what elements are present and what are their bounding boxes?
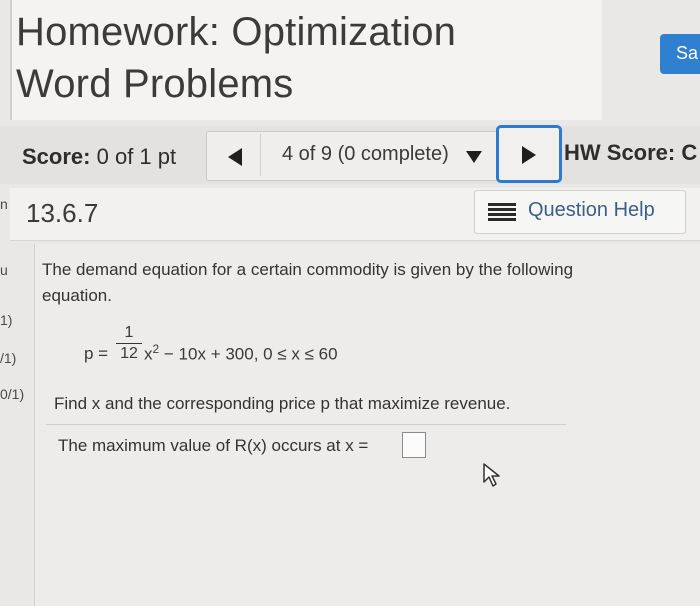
page-title-line1: Homework: Optimization: [16, 10, 457, 54]
question-content: [34, 244, 700, 606]
question-selector[interactable]: 4 of 9 (0 complete): [282, 143, 449, 166]
question-text-line2: equation.: [42, 286, 112, 305]
sidebar-fragment: u: [0, 262, 8, 278]
formula-lhs: p =: [84, 344, 109, 363]
page-title-line2: Word Problems: [16, 62, 294, 106]
formula-rhs: x2 − 10x + 300, 0 ≤ x ≤ 60: [144, 342, 338, 365]
score-display: Score: 0 of 1 pt: [22, 144, 176, 170]
formula-remainder: − 10x + 300, 0 ≤ x ≤ 60: [159, 344, 338, 364]
score-value: 0 of 1 pt: [96, 144, 177, 169]
score-label: Score:: [22, 144, 91, 169]
save-button-label: Sa: [676, 43, 699, 63]
fraction-bar: [116, 343, 142, 344]
sidebar-fragment: 0/1): [0, 386, 25, 402]
fraction-numerator: 1: [124, 324, 134, 341]
sidebar-fragment: 1): [0, 312, 13, 328]
question-help-label[interactable]: Question Help: [528, 199, 655, 222]
fraction-denominator: 12: [120, 345, 138, 362]
divider: [46, 424, 566, 425]
formula-fraction: 1 12: [116, 324, 142, 363]
next-arrow-icon[interactable]: [522, 146, 536, 164]
question-text-line1: The demand equation for a certain commod…: [42, 260, 574, 279]
answer-prompt: The maximum value of R(x) occurs at x =: [58, 436, 369, 455]
nav-divider: [260, 134, 261, 176]
sidebar-fragment: /1): [0, 350, 17, 366]
question-number: 13.6.7: [26, 198, 99, 228]
instruction-text: Find x and the corresponding price p tha…: [54, 394, 511, 413]
previous-question-icon[interactable]: [228, 148, 242, 166]
formula-variable: x: [144, 344, 153, 364]
hw-score: HW Score: C: [564, 140, 698, 165]
list-icon: [488, 203, 516, 221]
demand-equation: p = 1 12 x2 − 10x + 300, 0 ≤ x ≤ 60: [84, 324, 384, 374]
save-button[interactable]: Sa: [660, 34, 700, 74]
answer-input[interactable]: [402, 432, 426, 458]
caret-down-icon[interactable]: [466, 151, 482, 163]
mouse-pointer-icon: [483, 463, 500, 487]
